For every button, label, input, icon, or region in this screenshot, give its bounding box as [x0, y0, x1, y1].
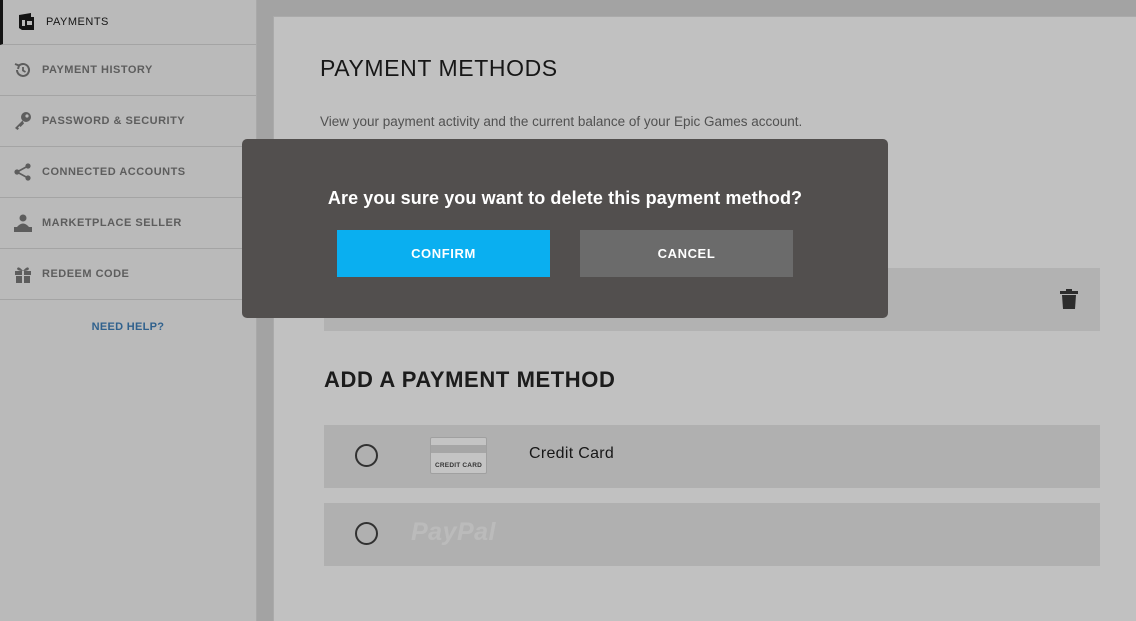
- delete-confirmation-modal: Are you sure you want to delete this pay…: [242, 139, 888, 318]
- cancel-button[interactable]: CANCEL: [580, 230, 793, 277]
- modal-question: Are you sure you want to delete this pay…: [327, 188, 803, 208]
- confirm-button[interactable]: CONFIRM: [337, 230, 550, 277]
